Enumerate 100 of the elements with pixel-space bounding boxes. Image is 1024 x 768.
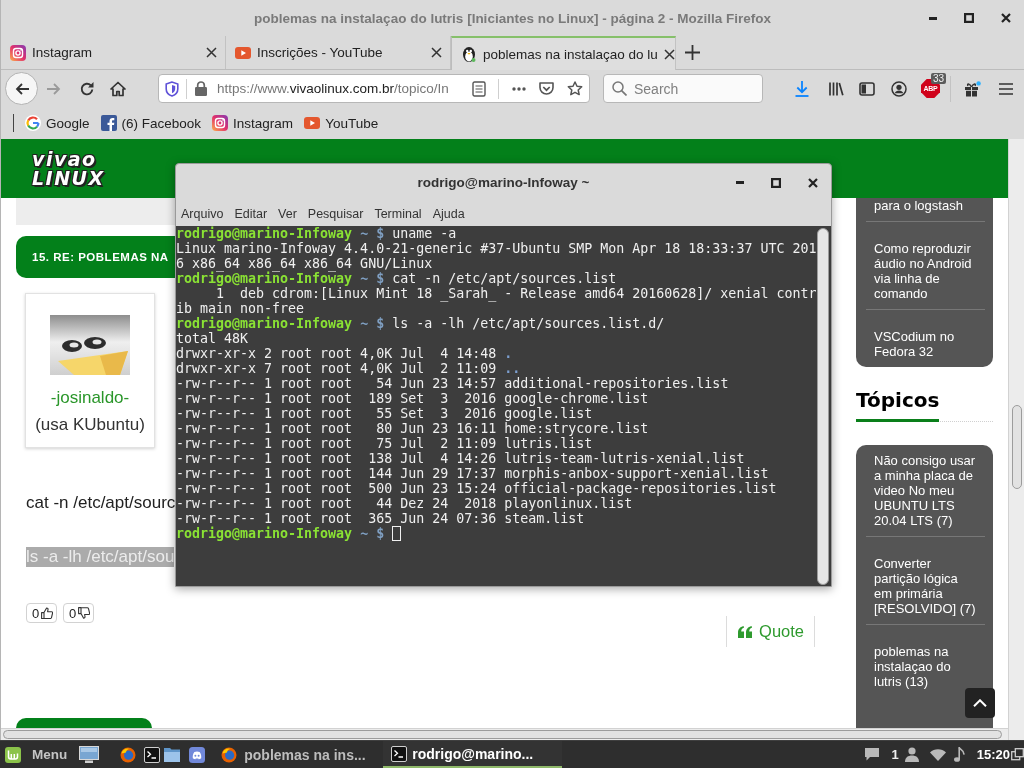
close-icon[interactable] — [663, 48, 675, 60]
sidebar-link[interactable]: para o logstash — [856, 198, 993, 221]
bookmark-item[interactable]: Google — [25, 115, 90, 131]
menu-icon[interactable] — [998, 81, 1014, 96]
browser-tab[interactable]: poblemas na instalaçao do lu — [451, 36, 676, 70]
shield-icon[interactable] — [165, 80, 179, 97]
prompt-line: rodrigo@marino-Infoway ~ $ cat -n /etc/apt/sources.list — [176, 271, 617, 286]
show-desktop-icon[interactable] — [79, 746, 100, 763]
music-note-icon[interactable] — [953, 746, 965, 763]
quote-mark-icon — [737, 624, 754, 639]
terminal-icon — [391, 745, 408, 762]
url-text[interactable]: https://www.vivaolinux.com.br/topico/In — [217, 81, 449, 96]
search-field[interactable]: Search — [603, 74, 763, 103]
logo-text[interactable]: LINUX — [32, 168, 105, 188]
output-line: 1 deb cdrom:[Linux Mint 18 _Sarah_ - Release amd64 20160628]/ xenial contr — [215, 286, 817, 301]
chevron-up-icon — [973, 699, 987, 707]
back-arrow-icon[interactable] — [13, 80, 30, 97]
quote-button[interactable]: Quote — [726, 616, 815, 647]
new-tab-icon[interactable] — [685, 45, 700, 60]
home-icon[interactable] — [110, 80, 126, 97]
menu-item[interactable]: Ajuda — [432, 206, 465, 221]
output-line: Linux marino-Infoway 4.4.0-21-generic #37-Ubuntu SMP Mon Apr 18 18:33:37 UTC 201 — [176, 241, 817, 256]
post-heading: 15. RE: POBLEMAS NA — [32, 251, 169, 263]
menu-item[interactable]: Ver — [278, 206, 297, 221]
chat-icon[interactable] — [864, 748, 879, 761]
window-title: rodrigo@marino-Infoway ~ — [416, 175, 591, 190]
back-to-top-button[interactable] — [965, 688, 995, 718]
output-line: total 48K — [176, 331, 249, 346]
search-icon — [612, 81, 627, 96]
maximize-icon[interactable] — [771, 177, 781, 188]
globe-icon[interactable] — [120, 746, 137, 763]
taskbar-window-button[interactable]: rodrigo@marino... — [383, 741, 563, 768]
reader-view-icon[interactable] — [472, 80, 486, 97]
wifi-icon[interactable] — [929, 748, 946, 761]
star-icon[interactable] — [567, 80, 583, 97]
sidebar-link[interactable]: VSCodium no Fedora 32 — [856, 321, 993, 367]
reload-icon[interactable] — [79, 80, 95, 97]
bookmark-item[interactable]: YouTube — [304, 115, 379, 131]
close-icon[interactable] — [807, 177, 818, 188]
terminal-icon[interactable] — [144, 746, 161, 763]
penguin-icon — [461, 46, 477, 62]
minimize-icon[interactable] — [929, 16, 938, 20]
pocket-icon[interactable] — [539, 81, 554, 96]
menu-item[interactable]: Pesquisar — [307, 206, 364, 221]
menu-button[interactable]: Menu — [0, 741, 68, 768]
back-button[interactable] — [5, 72, 38, 105]
g-logo-icon — [25, 115, 41, 131]
controller-icon[interactable] — [189, 746, 206, 763]
sidebar-link[interactable]: Como reproduzir áudio no Android via linha de comando — [856, 233, 993, 309]
file-listing-line: -rw-r--r-- 1 root root 75 Jul 2 11:09 lutris.list — [176, 436, 593, 451]
account-icon[interactable] — [891, 80, 907, 97]
more-icon[interactable] — [512, 86, 526, 91]
prompt-line: rodrigo@marino-Infoway ~ $ uname -a — [176, 226, 457, 241]
camera-logo-icon — [212, 115, 229, 131]
browser-tab[interactable]: Instagram — [1, 36, 226, 69]
folder-icon[interactable] — [164, 747, 181, 762]
logo-text[interactable]: vivao — [32, 149, 97, 169]
menu-item[interactable]: Editar — [234, 206, 268, 221]
prompt-line: rodrigo@marino-Infoway ~ $ — [176, 526, 385, 541]
play-button-icon — [235, 44, 251, 61]
file-listing-line: -rw-r--r-- 1 root root 55 Set 3 2016 google.list — [176, 406, 593, 421]
bookmark-item[interactable]: (6) Facebook — [100, 115, 202, 131]
sidebar-icon[interactable] — [859, 81, 875, 96]
file-listing-line: -rw-r--r-- 1 root root 365 Jun 24 07:36 steam.list — [176, 511, 585, 526]
scrollbar-thumb[interactable] — [817, 228, 830, 585]
user-icon[interactable] — [904, 747, 919, 762]
sidebar-link[interactable]: Não consigo usar a minha placa de video No meu UBUNTU LTS 20.04 LTS (7) — [856, 445, 993, 536]
windows-icon[interactable] — [1011, 748, 1024, 761]
gift-icon[interactable] — [964, 80, 981, 97]
close-icon[interactable] — [206, 47, 217, 58]
file-listing-line: drwxr-xr-x 2 root root 4,0K Jul 4 14:48 . — [176, 346, 513, 361]
sidebar-link[interactable]: Converter partição lógica em primária [RESOLVIDO] (7) — [856, 548, 993, 624]
count-badge: 33 — [931, 73, 947, 84]
sidebar-link[interactable]: poblemas na instalaçao do lutris (13) — [856, 636, 993, 697]
post-text: cat -n /etc/apt/sourc — [26, 493, 176, 513]
lock-icon[interactable] — [195, 81, 207, 96]
scrollbar-thumb[interactable] — [3, 730, 1002, 739]
vote-button[interactable]: 0 — [63, 603, 94, 623]
thumbs-up-icon — [41, 606, 54, 620]
author-link[interactable]: -josinaldo- — [50, 388, 130, 408]
close-icon[interactable] — [1000, 13, 1011, 23]
menu-item[interactable]: Terminal — [374, 206, 422, 221]
file-listing-line: -rw-r--r-- 1 root root 44 Dez 24 2018 playonlinux.list — [176, 496, 633, 511]
bookmark-item[interactable]: Instagram — [212, 115, 294, 131]
menu-item[interactable]: Arquivo — [181, 206, 224, 221]
file-listing-line: -rw-r--r-- 1 root root 189 Set 3 2016 google-chrome.list — [176, 391, 649, 406]
minimize-icon[interactable] — [736, 181, 745, 184]
close-icon[interactable] — [431, 47, 442, 58]
prompt-line: rodrigo@marino-Infoway ~ $ ls -a -lh /etc/apt/sources.list.d/ — [176, 316, 665, 331]
scrollbar-thumb[interactable] — [1012, 405, 1022, 489]
vote-button[interactable]: 0 — [26, 603, 57, 623]
file-listing-line: -rw-r--r-- 1 root root 500 Jun 23 15:24 official-package-repositories.list — [176, 481, 777, 496]
selected-text: ls -a -lh /etc/apt/sou — [26, 547, 175, 567]
output-line: ib main non-free — [176, 301, 305, 316]
download-icon[interactable] — [794, 80, 810, 97]
maximize-icon[interactable] — [964, 13, 974, 23]
library-icon[interactable] — [828, 80, 844, 97]
taskbar-window-button[interactable]: poblemas na ins... — [205, 741, 384, 768]
address-bar[interactable]: https://www.vivaolinux.com.br/topico/In — [158, 74, 590, 103]
file-listing-line: -rw-r--r-- 1 root root 138 Jul 4 14:26 lutris-team-lutris-xenial.list — [176, 451, 745, 466]
